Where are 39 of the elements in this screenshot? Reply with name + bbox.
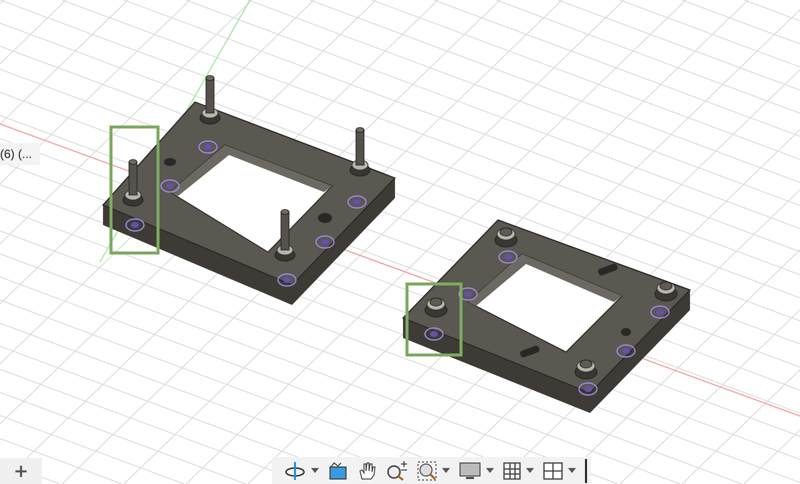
point-marker-icon [650,305,670,319]
hole-drawing [164,158,176,166]
look-at-icon[interactable] [328,460,348,480]
caret-icon[interactable] [568,468,576,473]
boss-drawing [424,298,448,318]
pin-drawing [350,127,370,176]
hole-drawing [318,213,332,223]
point-marker-icon [160,179,180,193]
zoom-icon[interactable] [386,460,408,480]
grid-icon[interactable] [503,462,521,480]
add-button[interactable]: + [0,458,42,484]
point-marker-icon [578,382,598,396]
viewports-icon[interactable] [543,462,563,480]
point-marker-icon [458,287,478,301]
pin-drawing [200,75,220,124]
caret-icon[interactable] [526,468,534,473]
browser-label[interactable]: (6) (... [0,143,40,165]
point-marker-icon [616,344,636,358]
zoom-window-icon[interactable] [417,460,437,480]
point-marker-icon [125,218,145,232]
slot-drawing [597,262,618,276]
boss-drawing [654,282,678,302]
boss-drawing [494,228,518,248]
point-marker-icon [277,273,297,287]
hole-drawing [621,328,631,336]
caret-icon[interactable] [442,468,450,473]
pin-drawing [274,209,296,262]
pin-drawing [122,159,144,206]
point-marker-icon [424,327,444,341]
point-marker-icon [315,235,335,249]
monitor-icon[interactable] [459,460,481,480]
boss-drawing [574,360,598,380]
hand-icon[interactable] [357,460,377,480]
point-marker-icon [347,195,367,209]
orbit-icon[interactable] [284,460,306,480]
caret-icon[interactable] [311,468,319,473]
caret-icon[interactable] [486,468,494,473]
point-marker-icon [498,250,518,264]
point-marker-icon [198,140,218,154]
